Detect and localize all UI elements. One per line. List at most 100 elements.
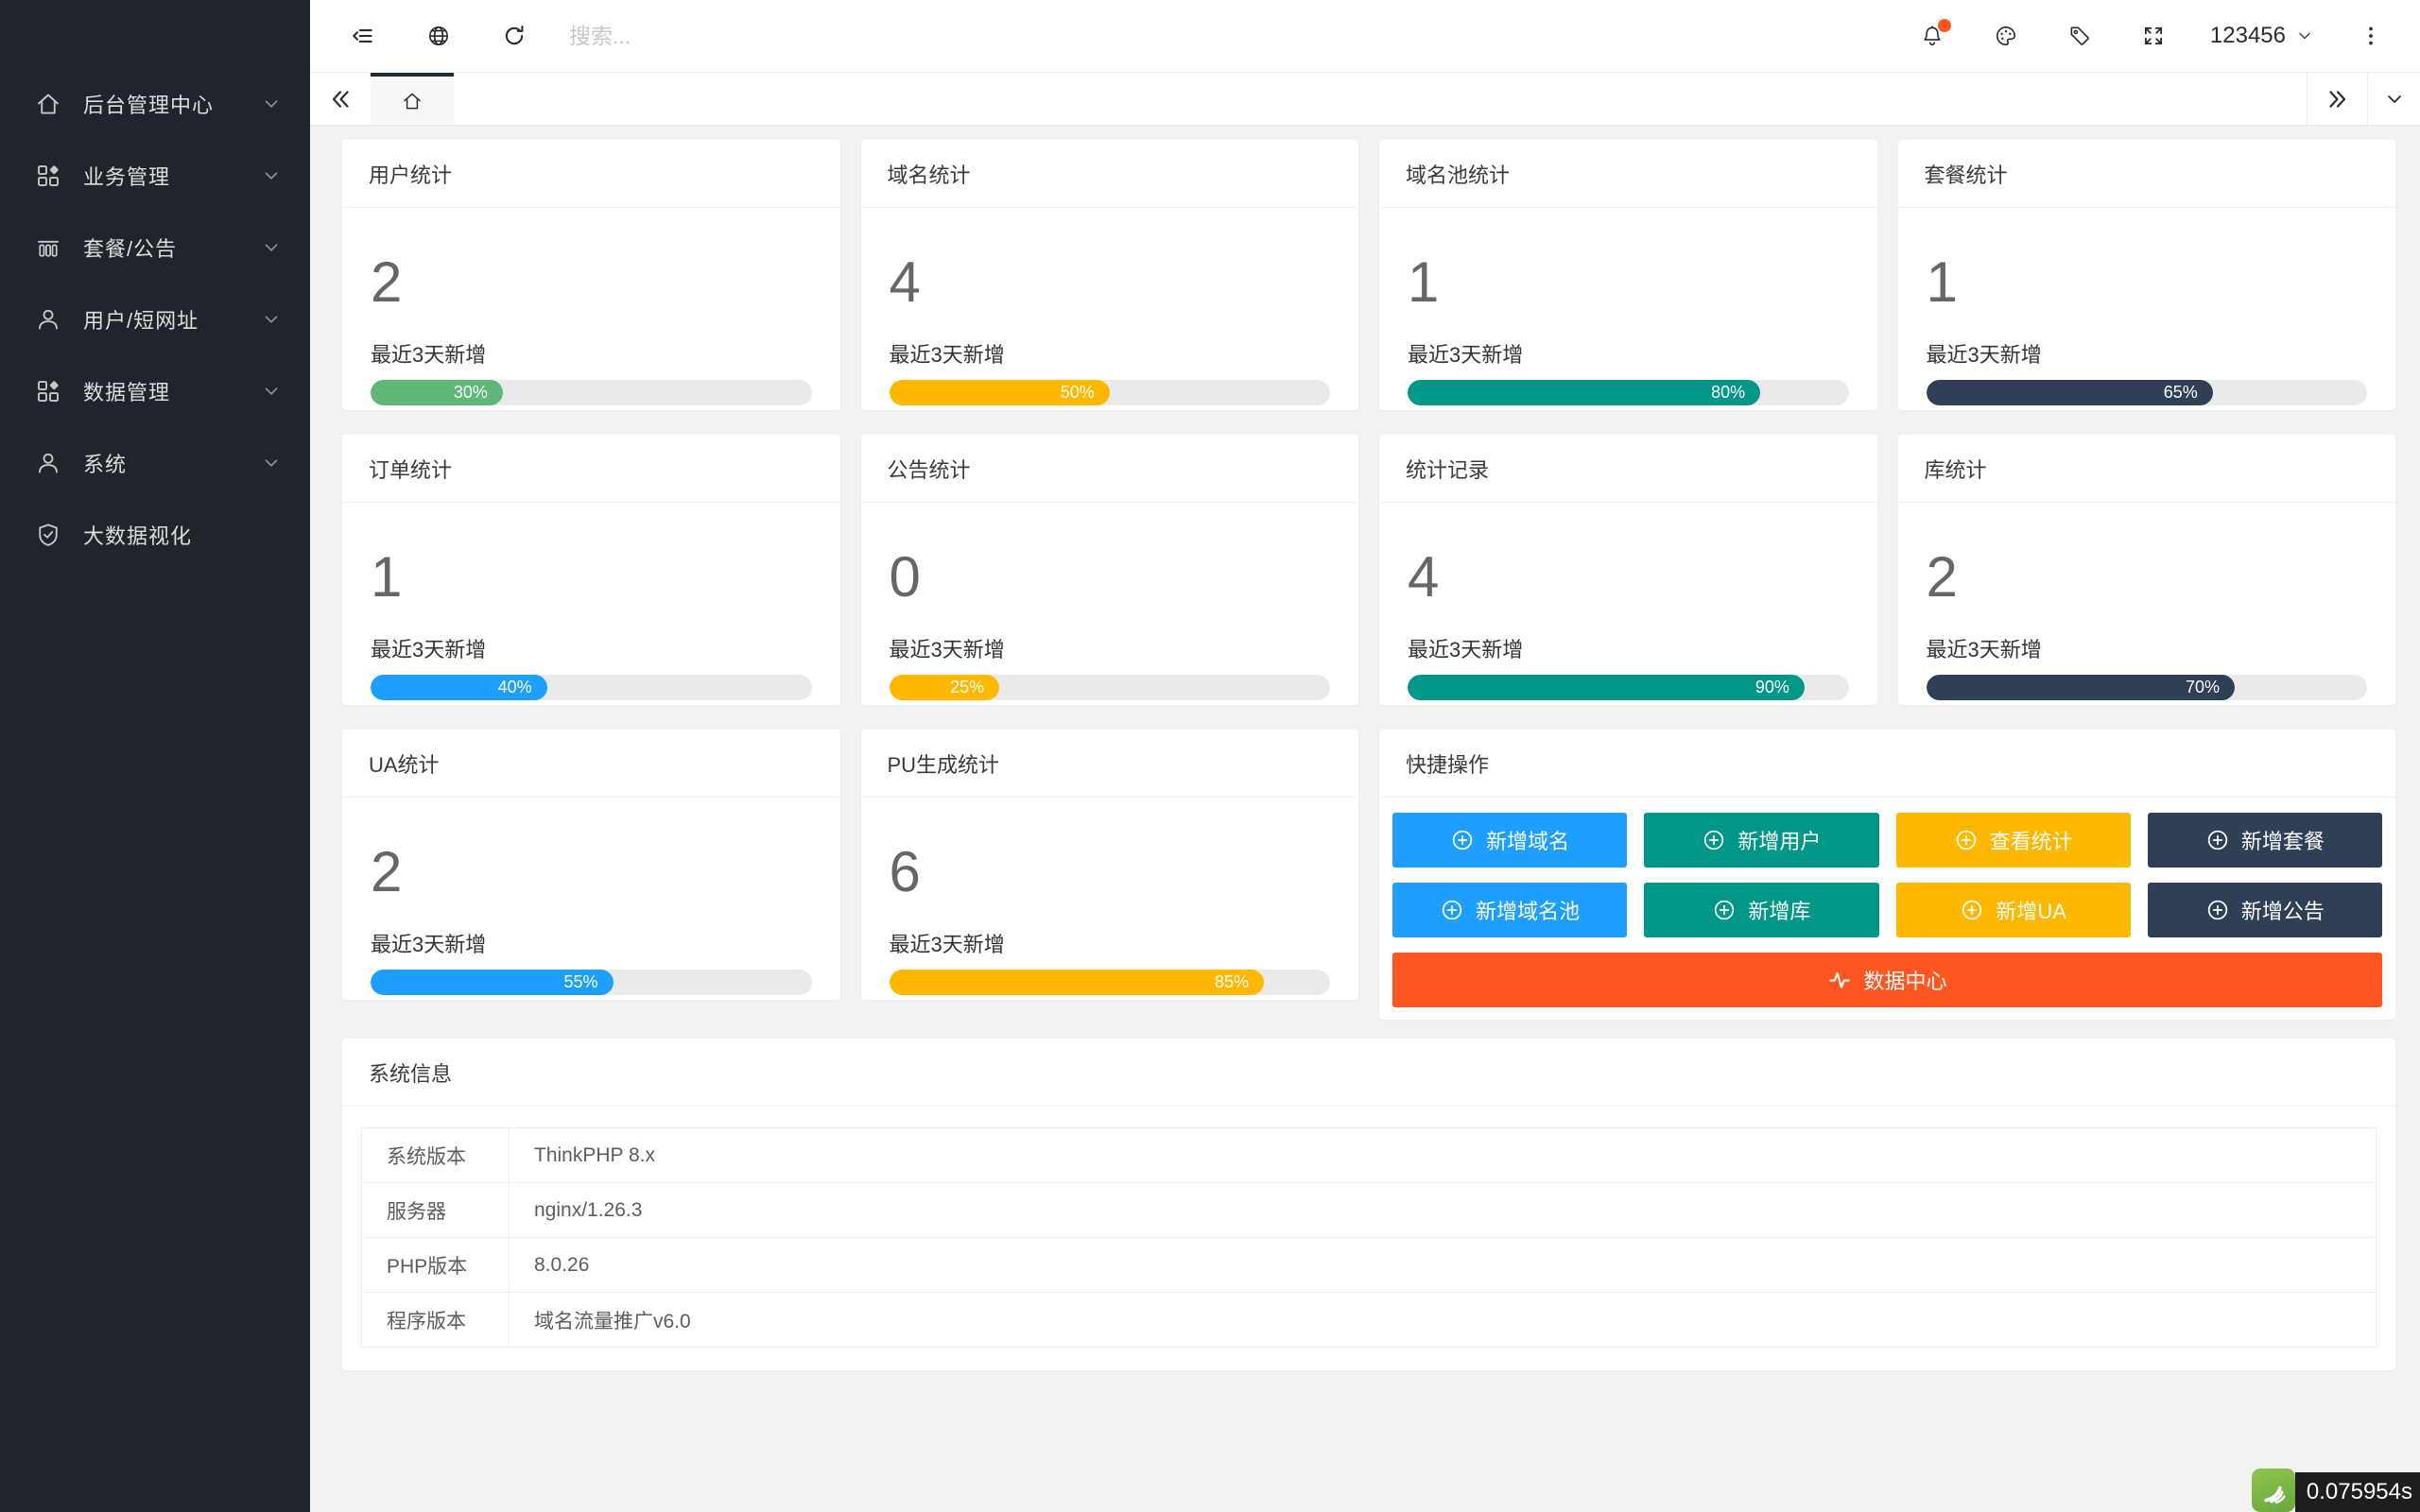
sidebar-item-system[interactable]: 系统: [0, 427, 310, 499]
fullscreen-icon[interactable]: [2131, 13, 2176, 59]
row-value: nginx/1.26.3: [510, 1183, 2377, 1238]
stat-value: 2: [1927, 546, 2368, 609]
table-row: 系统版本 ThinkPHP 8.x: [362, 1128, 2377, 1183]
user-menu[interactable]: 123456: [2204, 23, 2320, 49]
stat-card-ua: UA统计 2 最近3天新增 55%: [342, 730, 840, 1000]
chevron-down-icon: [261, 94, 282, 114]
topbar-left: [340, 13, 537, 59]
progress-bar: 25%: [890, 675, 1331, 700]
plus-circle-icon: [1450, 828, 1475, 852]
add-package-button[interactable]: 新增套餐: [2148, 813, 2382, 868]
sidebar-item-label: 业务管理: [83, 161, 261, 191]
stat-value: 6: [890, 841, 1331, 903]
shield-check-icon: [34, 521, 62, 549]
user-icon: [34, 305, 62, 334]
more-options-icon[interactable]: [2348, 13, 2394, 59]
add-domain-button[interactable]: 新增域名: [1392, 813, 1627, 868]
stat-value: 2: [371, 841, 812, 903]
modules-icon: [34, 377, 62, 405]
sidebar: 后台管理中心 业务管理 套餐/公告 用户/短网址 数据管理 系统: [0, 0, 310, 1512]
chevron-down-icon: [261, 453, 282, 473]
modules-icon: [34, 162, 62, 190]
plus-circle-icon: [1440, 898, 1464, 922]
stat-card-domains: 域名统计 4 最近3天新增 50%: [861, 140, 1359, 410]
card-title: 域名池统计: [1379, 140, 1877, 208]
collapse-sidebar-icon[interactable]: [340, 13, 386, 59]
sidebar-item-packages-notices[interactable]: 套餐/公告: [0, 212, 310, 284]
sidebar-item-bigdata-visual[interactable]: 大数据视化: [0, 499, 310, 571]
sidebar-item-business[interactable]: 业务管理: [0, 140, 310, 212]
stat-value: 4: [1408, 546, 1849, 609]
stat-value: 1: [1408, 251, 1849, 314]
view-stats-button[interactable]: 查看统计: [1896, 813, 2131, 868]
panel-title: 系统信息: [342, 1039, 2395, 1107]
progress-percent: 50%: [1061, 380, 1110, 405]
panel-title: 快捷操作: [1379, 730, 2395, 798]
progress-percent: 80%: [1711, 380, 1760, 405]
chevron-down-icon: [261, 165, 282, 186]
progress-percent: 55%: [564, 970, 614, 995]
data-center-button[interactable]: 数据中心: [1392, 953, 2382, 1007]
chevron-down-icon: [2383, 88, 2406, 111]
tabs-scroll-right-button[interactable]: [2307, 73, 2367, 125]
chevron-down-icon: [261, 237, 282, 258]
table-row: 程序版本 域名流量推广v6.0: [362, 1293, 2377, 1348]
theme-palette-icon[interactable]: [1983, 13, 2029, 59]
card-title: 公告统计: [861, 435, 1359, 503]
stat-value: 4: [890, 251, 1331, 314]
stat-card-pu: PU生成统计 6 最近3天新增 85%: [861, 730, 1359, 1000]
progress-bar: 85%: [890, 970, 1331, 995]
sidebar-item-label: 数据管理: [83, 376, 261, 406]
user-icon: [34, 449, 62, 477]
search-input[interactable]: [569, 24, 966, 49]
home-icon: [401, 90, 424, 112]
tag-icon[interactable]: [2057, 13, 2102, 59]
home-icon: [34, 90, 62, 118]
thinkphp-trace-icon[interactable]: [2252, 1469, 2295, 1512]
stat-value: 0: [890, 546, 1331, 609]
topbar: 123456: [310, 0, 2420, 72]
username: 123456: [2210, 23, 2286, 49]
refresh-icon[interactable]: [492, 13, 537, 59]
system-info-table: 系统版本 ThinkPHP 8.x 服务器 nginx/1.26.3 PHP版本…: [361, 1127, 2377, 1348]
tabs-scroll-left-button[interactable]: [310, 73, 371, 125]
add-notice-button[interactable]: 新增公告: [2148, 883, 2382, 937]
card-title: 订单统计: [342, 435, 840, 503]
stat-card-orders: 订单统计 1 最近3天新增 40%: [342, 435, 840, 705]
add-user-button[interactable]: 新增用户: [1644, 813, 1878, 868]
progress-bar: 65%: [1927, 380, 2368, 405]
card-title: 用户统计: [342, 140, 840, 208]
stat-label: 最近3天新增: [1408, 338, 1849, 369]
stat-label: 最近3天新增: [1927, 633, 2368, 663]
stat-label: 最近3天新增: [371, 633, 812, 663]
columns-icon: [34, 233, 62, 262]
progress-bar: 80%: [1408, 380, 1849, 405]
stat-card-notices: 公告统计 0 最近3天新增 25%: [861, 435, 1359, 705]
globe-icon[interactable]: [416, 13, 461, 59]
sidebar-item-users-shorturl[interactable]: 用户/短网址: [0, 284, 310, 355]
sidebar-item-data-management[interactable]: 数据管理: [0, 355, 310, 427]
stat-label: 最近3天新增: [890, 928, 1331, 958]
add-domain-pool-button[interactable]: 新增域名池: [1392, 883, 1627, 937]
stat-label: 最近3天新增: [890, 633, 1331, 663]
plus-circle-icon: [1712, 898, 1737, 922]
progress-bar: 90%: [1408, 675, 1849, 700]
table-row: PHP版本 8.0.26: [362, 1238, 2377, 1293]
notifications-button[interactable]: [1910, 13, 1955, 59]
add-library-button[interactable]: 新增库: [1644, 883, 1878, 937]
sidebar-nav: 后台管理中心 业务管理 套餐/公告 用户/短网址 数据管理 系统: [0, 0, 310, 571]
stat-card-packages: 套餐统计 1 最近3天新增 65%: [1898, 140, 2396, 410]
sidebar-item-label: 大数据视化: [83, 520, 282, 550]
plus-circle-icon: [1960, 898, 1984, 922]
tabs-menu-button[interactable]: [2367, 73, 2420, 125]
row-label: 程序版本: [362, 1293, 510, 1348]
stat-label: 最近3天新增: [890, 338, 1331, 369]
sidebar-item-admin-center[interactable]: 后台管理中心: [0, 68, 310, 140]
row-label: PHP版本: [362, 1238, 510, 1293]
row-value: 域名流量推广v6.0: [510, 1293, 2377, 1348]
tab-home[interactable]: [371, 73, 454, 125]
stat-card-domain-pool: 域名池统计 1 最近3天新增 80%: [1379, 140, 1877, 410]
progress-bar: 55%: [371, 970, 812, 995]
card-title: 库统计: [1898, 435, 2396, 503]
add-ua-button[interactable]: 新增UA: [1896, 883, 2131, 937]
